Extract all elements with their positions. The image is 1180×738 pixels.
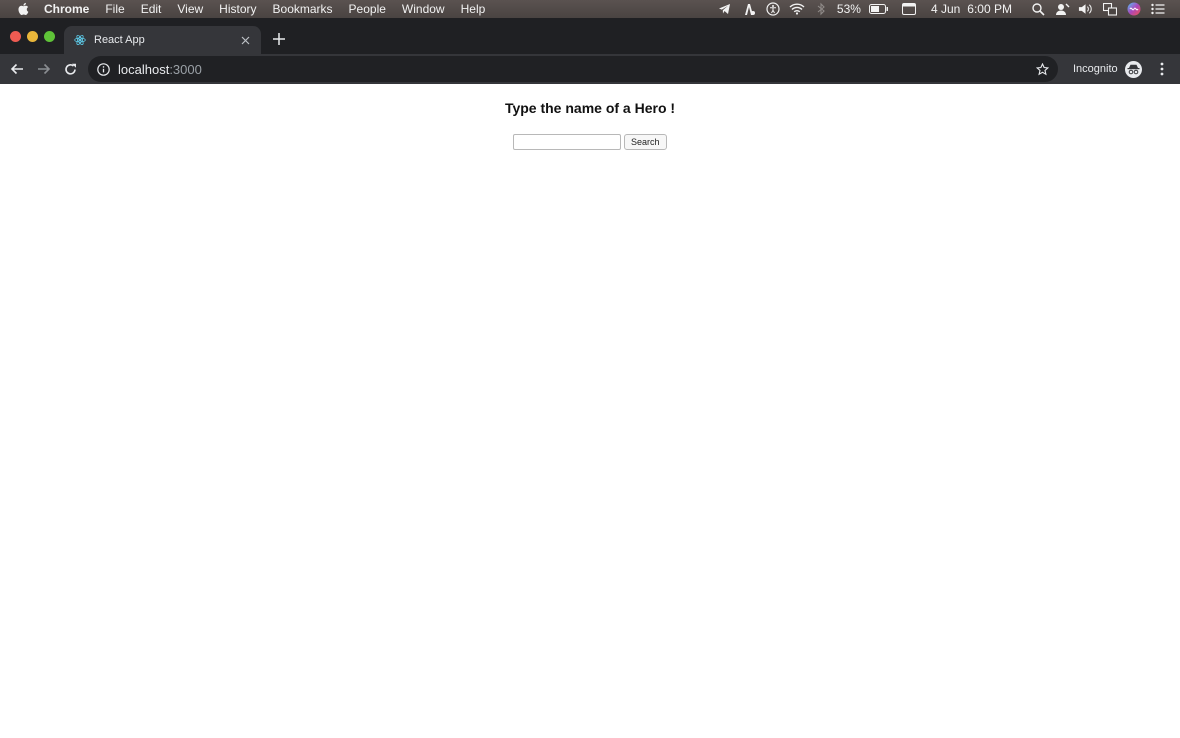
notification-center-icon[interactable] [1150,2,1166,16]
back-button[interactable] [7,59,27,79]
menu-edit[interactable]: Edit [141,0,162,18]
incognito-indicator[interactable]: Incognito [1073,54,1142,84]
user-settings-icon[interactable] [1054,2,1070,16]
menu-bookmarks[interactable]: Bookmarks [273,0,333,18]
menu-help[interactable]: Help [461,0,486,18]
display-mirroring-icon[interactable] [1102,2,1118,16]
telegram-icon[interactable] [717,2,733,16]
volume-icon[interactable] [1078,2,1094,16]
address-bar[interactable]: localhost:3000 [88,56,1058,82]
window-close-button[interactable] [10,31,21,42]
browser-tab-react-app[interactable]: React App [64,26,261,54]
menu-window[interactable]: Window [402,0,445,18]
status-app-icon[interactable] [741,2,757,16]
search-button[interactable]: Search [624,134,667,150]
tab-close-icon[interactable] [237,32,253,48]
siri-icon[interactable] [1126,2,1142,16]
spotlight-search-icon[interactable] [1030,2,1046,16]
macos-menu-bar: Chrome File Edit View History Bookmarks … [0,0,1180,18]
browser-menu-icon[interactable] [1155,59,1169,79]
accessibility-icon[interactable] [765,2,781,16]
incognito-label: Incognito [1073,63,1118,75]
menu-view[interactable]: View [177,0,203,18]
menubar-date: 4 Jun [930,2,961,16]
tab-title: React App [94,34,145,46]
menubar-time[interactable]: 6:00 PM [967,2,1012,16]
hero-search-input[interactable] [513,134,621,150]
search-form: Search [513,134,667,150]
site-info-icon[interactable] [96,62,110,76]
url-host: localhost [118,61,170,77]
window-minimize-button[interactable] [27,31,38,42]
url-port: :3000 [169,61,202,77]
page-viewport: Type the name of a Hero ! Search [0,84,1180,738]
browser-toolbar: localhost:3000 Incognito [0,54,1180,84]
menu-file[interactable]: File [105,0,124,18]
apple-logo-icon[interactable] [16,2,30,16]
menu-app-name[interactable]: Chrome [44,0,89,18]
wifi-icon[interactable] [789,2,805,16]
battery-icon[interactable] [868,2,889,16]
calendar-icon[interactable] [901,2,917,16]
window-maximize-button[interactable] [44,31,55,42]
bookmark-star-icon[interactable] [1034,61,1050,77]
url-text[interactable]: localhost:3000 [118,62,202,77]
browser-tab-strip: React App [0,18,1180,54]
reload-button[interactable] [60,59,80,79]
menu-history[interactable]: History [219,0,256,18]
react-logo-icon [74,34,86,46]
new-tab-button[interactable] [270,30,288,48]
page-heading: Type the name of a Hero ! [504,100,676,116]
bluetooth-icon[interactable] [813,2,829,16]
battery-percent: 53% [836,2,861,16]
incognito-icon [1124,60,1142,78]
menu-people[interactable]: People [349,0,386,18]
forward-button[interactable] [34,59,54,79]
